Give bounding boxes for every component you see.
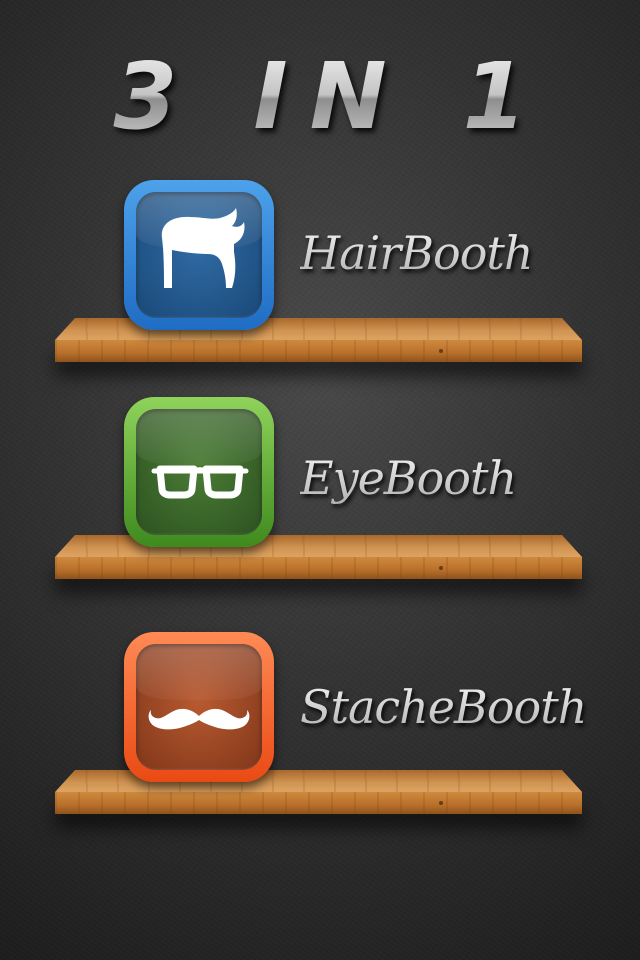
- eyebooth-label[interactable]: EyeBooth: [300, 443, 517, 513]
- stachebooth-app-button[interactable]: [124, 632, 274, 782]
- shelf-row-stachebooth: StacheBooth: [0, 630, 640, 830]
- wooden-shelf: [55, 535, 582, 583]
- page-title: 3 IN 1: [0, 42, 640, 152]
- hairbooth-app-button[interactable]: [124, 180, 274, 330]
- hairbooth-label[interactable]: HairBooth: [300, 218, 534, 288]
- shelf-row-hairbooth: HairBooth: [0, 178, 640, 378]
- wooden-shelf: [55, 318, 582, 366]
- eyebooth-app-button[interactable]: [124, 397, 274, 547]
- shelf-row-eyebooth: EyeBooth: [0, 395, 640, 595]
- stachebooth-label[interactable]: StacheBooth: [300, 672, 587, 742]
- wooden-shelf: [55, 770, 582, 818]
